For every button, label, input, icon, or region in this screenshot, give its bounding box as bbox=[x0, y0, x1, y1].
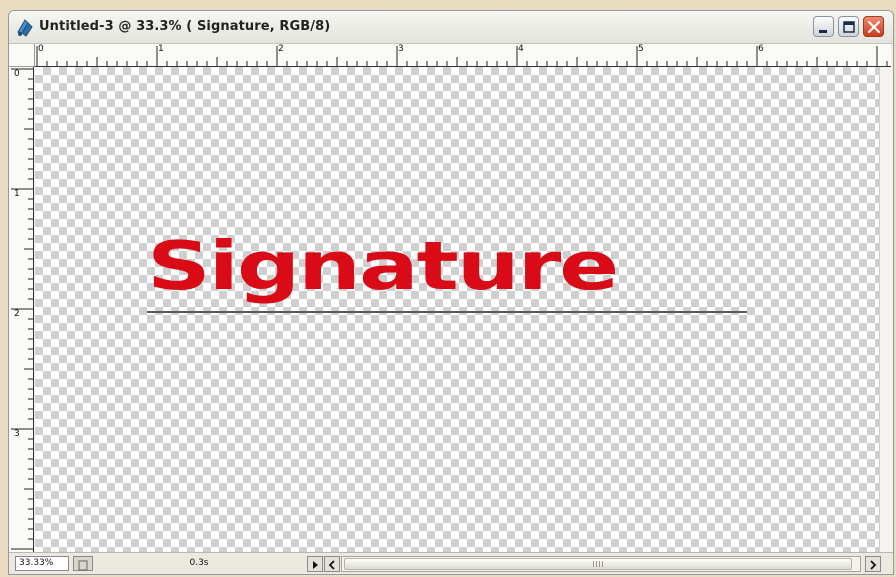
ruler-label: 0 bbox=[38, 44, 44, 54]
scroll-right-button[interactable] bbox=[865, 556, 881, 572]
ruler-label: 2 bbox=[14, 309, 20, 319]
horizontal-scroll-thumb[interactable] bbox=[344, 558, 852, 570]
text-baseline bbox=[147, 311, 747, 313]
ruler-origin-corner[interactable] bbox=[9, 44, 35, 67]
title-bar[interactable]: Untitled-3 @ 33.3% ( Signature, RGB/8) bbox=[9, 11, 893, 44]
scroll-left-button[interactable] bbox=[324, 556, 340, 572]
status-info-text: 0.3s bbox=[189, 558, 209, 568]
ruler-label: 6 bbox=[758, 44, 764, 54]
scroll-grip bbox=[593, 561, 603, 567]
signature-text-layer[interactable]: Signature bbox=[147, 233, 619, 300]
maximize-button[interactable] bbox=[838, 16, 859, 37]
vertical-ruler-ticks bbox=[11, 68, 33, 550]
ruler-label: 1 bbox=[14, 189, 20, 199]
photoshop-document-icon bbox=[17, 19, 33, 37]
maximize-icon bbox=[843, 21, 855, 33]
ruler-label: 5 bbox=[638, 44, 644, 54]
status-bar: 33.33% 0.3s bbox=[9, 552, 893, 574]
vertical-scrollbar[interactable] bbox=[879, 67, 893, 552]
zoom-level-field[interactable]: 33.33% bbox=[15, 556, 69, 571]
close-icon bbox=[867, 20, 881, 34]
ruler-label: 3 bbox=[14, 429, 20, 439]
vertical-ruler[interactable]: 0 1 2 3 bbox=[9, 67, 34, 552]
ruler-label: 4 bbox=[518, 44, 524, 54]
status-menu-button[interactable] bbox=[307, 556, 323, 572]
document-info-icon bbox=[78, 560, 88, 571]
document-canvas[interactable]: Signature bbox=[35, 67, 879, 552]
window-title: Untitled-3 @ 33.3% ( Signature, RGB/8) bbox=[39, 19, 331, 34]
minimize-button[interactable] bbox=[813, 16, 834, 37]
ruler-label: 1 bbox=[158, 44, 164, 54]
chevron-left-icon bbox=[328, 560, 335, 570]
horizontal-ruler[interactable]: 0 1 2 3 4 5 6 bbox=[35, 44, 891, 67]
ruler-label: 3 bbox=[398, 44, 404, 54]
chevron-right-icon bbox=[870, 560, 877, 570]
minimize-icon bbox=[819, 30, 827, 33]
document-window: Untitled-3 @ 33.3% ( Signature, RGB/8) 0… bbox=[8, 10, 894, 575]
ruler-label: 2 bbox=[278, 44, 284, 54]
status-options-button[interactable] bbox=[73, 556, 93, 571]
horizontal-scrollbar[interactable] bbox=[341, 556, 861, 572]
play-right-icon bbox=[313, 561, 318, 569]
ruler-label: 0 bbox=[14, 69, 20, 79]
close-button[interactable] bbox=[863, 16, 884, 37]
